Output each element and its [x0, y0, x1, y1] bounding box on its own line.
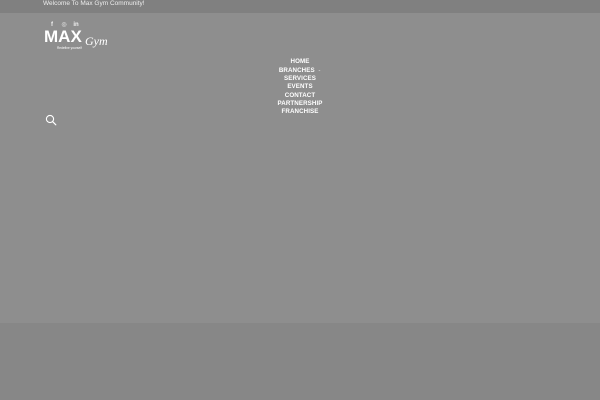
nav-services[interactable]: SERVICES: [284, 75, 316, 83]
nav-contact-label: CONTACT: [284, 91, 316, 99]
top-bar: Welcome To Max Gym Community!: [0, 0, 600, 13]
welcome-text: Welcome To Max Gym Community!: [43, 0, 145, 7]
nav-home[interactable]: HOME: [291, 58, 310, 66]
chevron-down-icon: ⌄: [317, 67, 322, 73]
nav-partnership-label: PARTNERSHIP: [277, 99, 323, 107]
main-nav: HOME BRANCHES ⌄ SERVICES EVENTS CONTACT P…: [250, 58, 350, 116]
nav-events-label: EVENTS: [287, 83, 313, 91]
search-icon[interactable]: [45, 114, 57, 126]
nav-events[interactable]: EVENTS: [287, 83, 312, 91]
logo-gym: Gym: [85, 34, 108, 48]
lower-section: [0, 323, 600, 400]
max-gym-logo[interactable]: MAX Gym Redefine yourself: [44, 24, 112, 50]
nav-franchise[interactable]: FRANCHISE: [282, 108, 319, 116]
nav-branches[interactable]: BRANCHES ⌄: [279, 66, 321, 75]
logo-max: MAX: [44, 27, 82, 46]
nav-branches-label: BRANCHES: [278, 66, 315, 74]
logo-tagline: Redefine yourself: [57, 46, 82, 50]
nav-services-label: SERVICES: [284, 75, 316, 83]
nav-contact[interactable]: CONTACT: [285, 92, 316, 100]
nav-partnership[interactable]: PARTNERSHIP: [278, 100, 323, 108]
nav-home-label: HOME: [290, 58, 310, 65]
nav-franchise-label: FRANCHISE: [281, 107, 319, 115]
